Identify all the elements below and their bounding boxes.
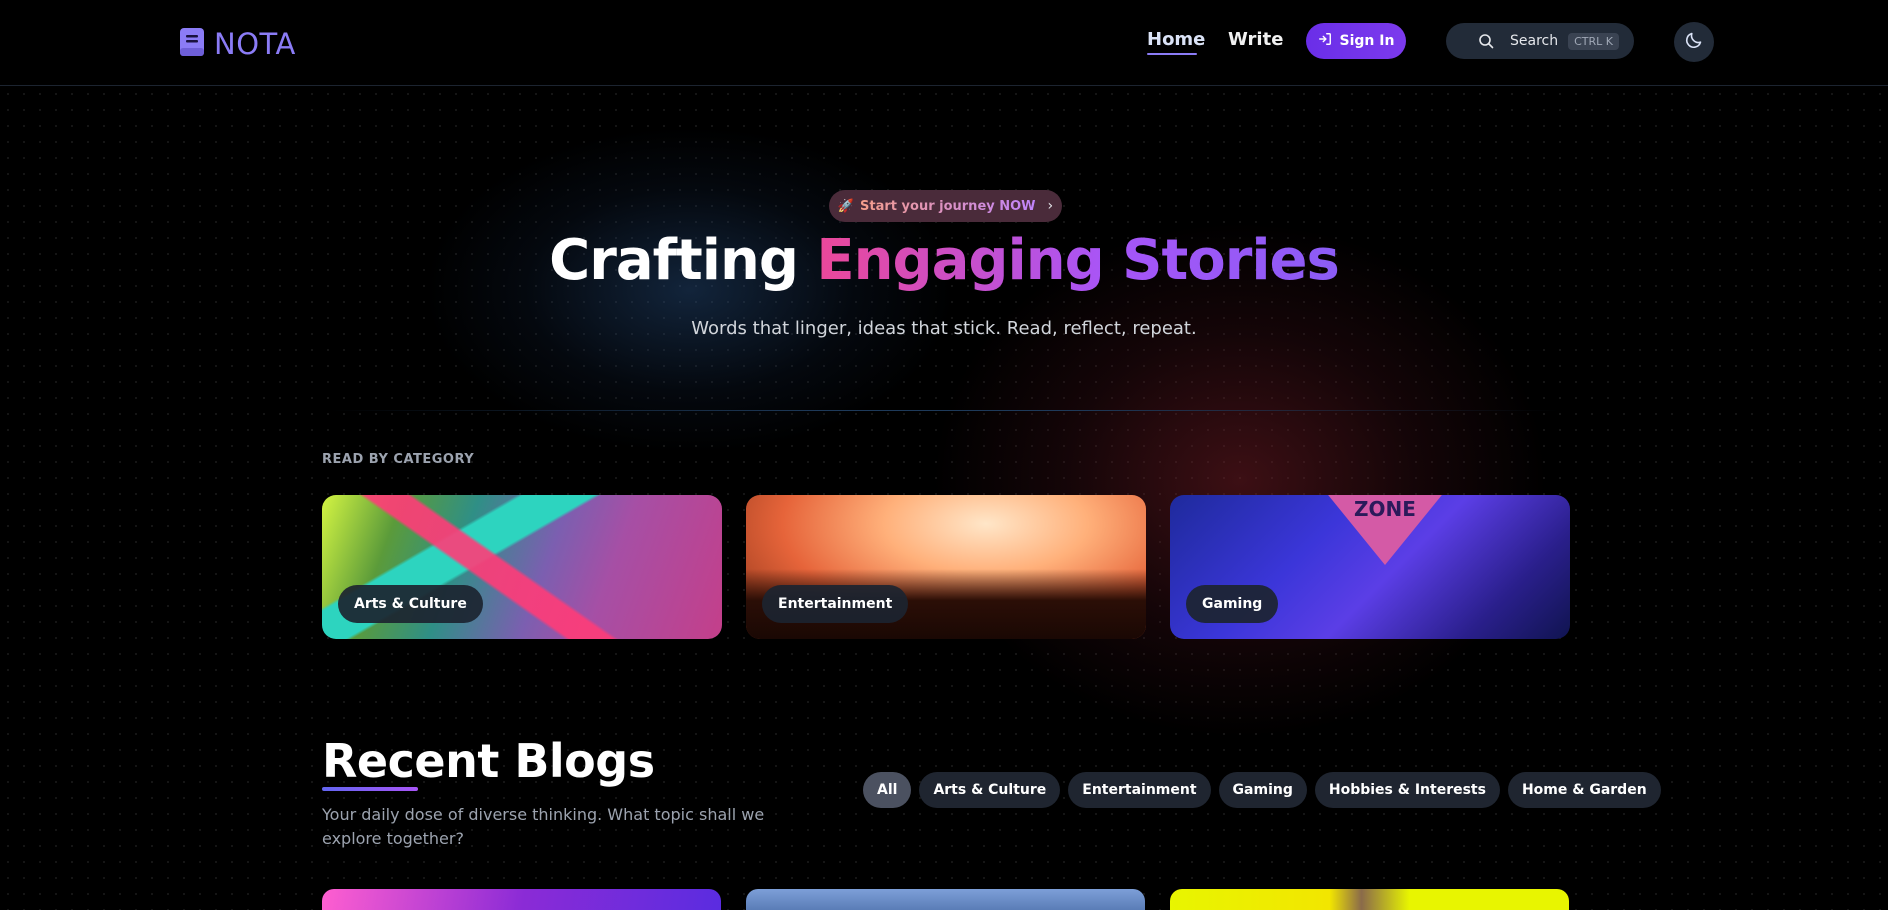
category-card-gaming[interactable]: ZONE Gaming	[1170, 495, 1570, 639]
nav-link-write[interactable]: Write	[1228, 29, 1283, 50]
hero-title-gradient: Engaging Stories	[816, 228, 1339, 293]
filter-entertainment[interactable]: Entertainment	[1068, 772, 1211, 808]
category-card-arts-culture[interactable]: Arts & Culture	[322, 495, 722, 639]
blog-filter-tabs: All Arts & Culture Entertainment Gaming …	[863, 772, 1661, 808]
brand-name: NOTA	[214, 27, 296, 61]
search-label: Search	[1510, 33, 1559, 49]
category-label: Arts & Culture	[338, 585, 483, 623]
journey-badge[interactable]: 🚀 Start your journey NOW ›	[829, 190, 1062, 222]
login-arrow-icon	[1318, 32, 1332, 50]
category-heading: READ BY CATEGORY	[322, 452, 475, 467]
blog-card[interactable]	[1170, 889, 1569, 910]
background-glow-red	[930, 220, 1550, 740]
filter-all[interactable]: All	[863, 772, 912, 808]
chevron-right-icon: ›	[1047, 198, 1054, 214]
book-icon	[178, 26, 206, 62]
search-shortcut-badge: CTRL K	[1568, 32, 1619, 50]
section-divider	[330, 410, 1560, 411]
recent-blogs-title: Recent Blogs	[322, 734, 655, 788]
blog-card[interactable]	[322, 889, 721, 910]
title-underline	[322, 787, 418, 791]
sign-in-button[interactable]: Sign In	[1306, 23, 1406, 59]
search-button[interactable]: Search CTRL K	[1446, 23, 1634, 59]
hero-title-plain: Crafting	[549, 228, 799, 293]
sign-in-label: Sign In	[1339, 33, 1395, 49]
recent-blogs-subtitle: Your daily dose of diverse thinking. Wha…	[322, 805, 765, 848]
theme-toggle-button[interactable]	[1674, 22, 1714, 62]
category-card-entertainment[interactable]: Entertainment	[746, 495, 1146, 639]
nav-active-indicator	[1147, 53, 1197, 55]
category-label: Gaming	[1186, 585, 1279, 623]
filter-hobbies-interests[interactable]: Hobbies & Interests	[1314, 772, 1500, 808]
top-navbar: NOTA Home Write Sign In Search CTRL K	[0, 0, 1888, 86]
game-zone-sign: ZONE	[1320, 495, 1450, 565]
filter-home-garden[interactable]: Home & Garden	[1507, 772, 1661, 808]
moon-icon	[1684, 30, 1704, 54]
journey-badge-label: Start your journey NOW	[860, 198, 1036, 214]
filter-arts-culture[interactable]: Arts & Culture	[919, 772, 1061, 808]
brand-logo[interactable]: NOTA	[178, 26, 296, 62]
hero-subtitle: Words that linger, ideas that stick. Rea…	[691, 318, 1197, 339]
hero-title: Crafting Engaging Stories	[0, 228, 1888, 293]
rocket-icon: 🚀	[837, 198, 855, 214]
nav-link-home[interactable]: Home	[1147, 29, 1205, 50]
category-label: Entertainment	[762, 585, 909, 623]
blog-card[interactable]	[746, 889, 1145, 910]
filter-gaming[interactable]: Gaming	[1218, 772, 1307, 808]
